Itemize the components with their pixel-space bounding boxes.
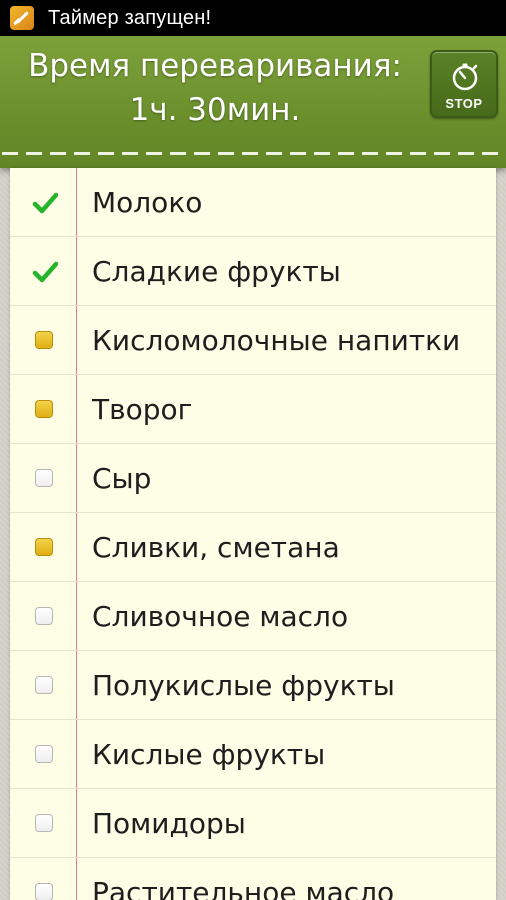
- yellow-square-icon[interactable]: [35, 400, 53, 418]
- list-item-label: Сладкие фрукты: [92, 255, 341, 288]
- header: Время переваривания: 1ч. 30мин. STOP: [0, 36, 506, 168]
- list-item-label: Полукислые фрукты: [92, 669, 395, 702]
- yellow-square-icon[interactable]: [35, 331, 53, 349]
- list-item[interactable]: Творог: [10, 375, 496, 444]
- checkmark-icon[interactable]: [32, 190, 58, 216]
- list-item-label: Творог: [92, 393, 193, 426]
- empty-checkbox-icon[interactable]: [35, 883, 53, 900]
- list-item[interactable]: Кисломолочные напитки: [10, 306, 496, 375]
- list-item-label: Помидоры: [92, 807, 246, 840]
- food-list: Молоко Сладкие фрукты Кисломолочные напитк…: [10, 168, 496, 900]
- list-item[interactable]: Сладкие фрукты: [10, 237, 496, 306]
- empty-checkbox-icon[interactable]: [35, 607, 53, 625]
- status-notification-text: Таймер запущен!: [48, 6, 212, 29]
- status-bar: Таймер запущен!: [0, 0, 506, 36]
- list-item-label: Сыр: [92, 462, 152, 495]
- yellow-square-icon[interactable]: [35, 538, 53, 556]
- header-title: Время переваривания:: [28, 48, 402, 84]
- list-item[interactable]: Молоко: [10, 168, 496, 237]
- stop-label: STOP: [445, 96, 483, 111]
- timer-app-icon: [10, 6, 34, 30]
- list-item-label: Сливки, сметана: [92, 531, 340, 564]
- stopwatch-icon: [452, 63, 478, 91]
- list-item[interactable]: Сливки, сметана: [10, 513, 496, 582]
- empty-checkbox-icon[interactable]: [35, 469, 53, 487]
- list-item-label: Растительное масло: [92, 876, 395, 900]
- list-item[interactable]: Помидоры: [10, 789, 496, 858]
- list-item-label: Сливочное масло: [92, 600, 349, 633]
- header-dashed-divider: [2, 152, 504, 155]
- list-item[interactable]: Растительное масло: [10, 858, 496, 900]
- list-item[interactable]: Кислые фрукты: [10, 720, 496, 789]
- empty-checkbox-icon[interactable]: [35, 814, 53, 832]
- list-item[interactable]: Полукислые фрукты: [10, 651, 496, 720]
- list-item[interactable]: Сыр: [10, 444, 496, 513]
- checkmark-icon[interactable]: [32, 259, 58, 285]
- empty-checkbox-icon[interactable]: [35, 676, 53, 694]
- list-item-label: Кислые фрукты: [92, 738, 326, 771]
- list-item[interactable]: Сливочное масло: [10, 582, 496, 651]
- list-item-label: Молоко: [92, 186, 203, 219]
- screen: Таймер запущен! Время переваривания: 1ч.…: [0, 0, 506, 900]
- stop-button[interactable]: STOP: [430, 50, 498, 118]
- list-item-label: Кисломолочные напитки: [92, 324, 461, 357]
- digestion-time: 1ч. 30мин.: [129, 92, 301, 128]
- empty-checkbox-icon[interactable]: [35, 745, 53, 763]
